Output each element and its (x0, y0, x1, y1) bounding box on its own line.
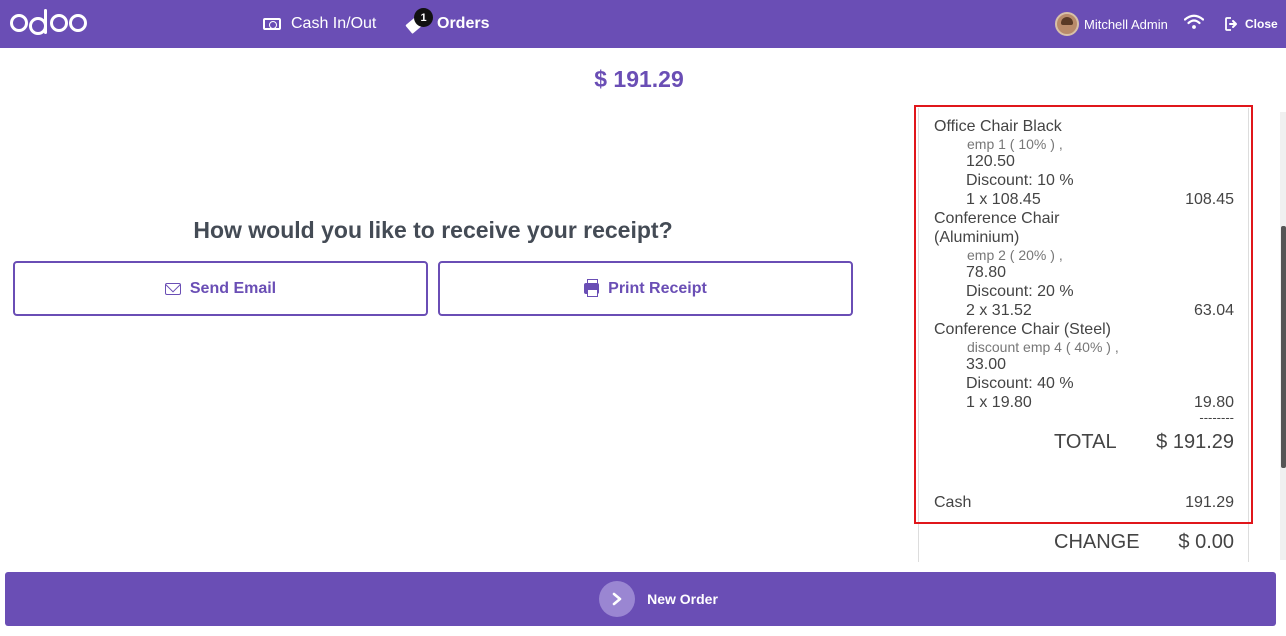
money-bill-icon (263, 18, 281, 30)
cash-in-out-label: Cash In/Out (291, 15, 377, 32)
send-email-label: Send Email (189, 279, 277, 297)
total-label: TOTAL (1054, 431, 1117, 453)
chevron-right-icon (599, 581, 636, 617)
line1-product-name: Office Chair Black (934, 118, 1062, 135)
total-value: $ 191.29 (1156, 431, 1234, 453)
orders-count-badge: 1 (414, 8, 433, 27)
receipt-preview: Office Chair Black emp 1 ( 10% ) , 120.5… (918, 108, 1249, 562)
cash-in-out-button[interactable]: Cash In/Out (263, 0, 376, 48)
payment-method-label: Cash (934, 494, 972, 511)
line3-product-name: Conference Chair (Steel) (934, 321, 1111, 338)
envelope-icon (164, 282, 181, 295)
line2-discount: Discount: 20 % (966, 283, 1074, 300)
line1-pricelist: emp 1 ( 10% ) , (967, 136, 1063, 152)
send-email-button[interactable]: Send Email (13, 261, 428, 316)
printer-icon (584, 279, 600, 297)
line1-discount: Discount: 10 % (966, 172, 1074, 189)
close-label: Close (1245, 17, 1278, 31)
change-label: CHANGE (1054, 531, 1140, 553)
user-name: Mitchell Admin (1084, 16, 1168, 32)
new-order-label: New Order (647, 591, 718, 607)
line1-original-price: 120.50 (966, 153, 1015, 170)
top-navbar: Cash In/Out Orders 1 Mitchell Admin Clos… (0, 0, 1286, 48)
close-button[interactable]: Close (1225, 0, 1278, 48)
user-menu[interactable]: Mitchell Admin (1055, 11, 1168, 37)
scrollbar-thumb[interactable] (1281, 226, 1286, 468)
wifi-icon[interactable] (1184, 14, 1204, 30)
line3-original-price: 33.00 (966, 356, 1007, 373)
line3-discount: Discount: 40 % (966, 375, 1074, 392)
line2-product-variant: (Aluminium) (934, 229, 1020, 246)
line1-qty-price: 1 x 108.45 (966, 191, 1041, 208)
payment-amount: 191.29 (1185, 494, 1234, 511)
new-order-button[interactable]: New Order (5, 572, 1276, 626)
line2-pricelist: emp 2 ( 20% ) , (967, 247, 1063, 263)
odoo-logo (10, 8, 87, 38)
line2-qty-price: 2 x 31.52 (966, 302, 1032, 319)
print-receipt-button[interactable]: Print Receipt (438, 261, 853, 316)
line1-total: 108.45 (1185, 191, 1234, 208)
change-value: $ 0.00 (1178, 531, 1234, 553)
amount-value: $ 191.29 (594, 66, 684, 92)
orders-label: Orders (437, 15, 490, 32)
line3-qty-price: 1 x 19.80 (966, 394, 1032, 411)
line2-total: 63.04 (1193, 302, 1234, 319)
line3-pricelist: discount emp 4 ( 40% ) , (967, 339, 1119, 355)
line2-product-name: Conference Chair (934, 210, 1060, 227)
total-separator: -------- (1199, 410, 1234, 425)
order-total-amount: $ 191.29 (0, 66, 1286, 93)
line2-original-price: 78.80 (966, 264, 1007, 281)
print-receipt-label: Print Receipt (608, 279, 707, 297)
receipt-question: How would you like to receive your recei… (193, 217, 673, 243)
sign-out-icon (1225, 17, 1237, 31)
avatar (1055, 12, 1079, 36)
